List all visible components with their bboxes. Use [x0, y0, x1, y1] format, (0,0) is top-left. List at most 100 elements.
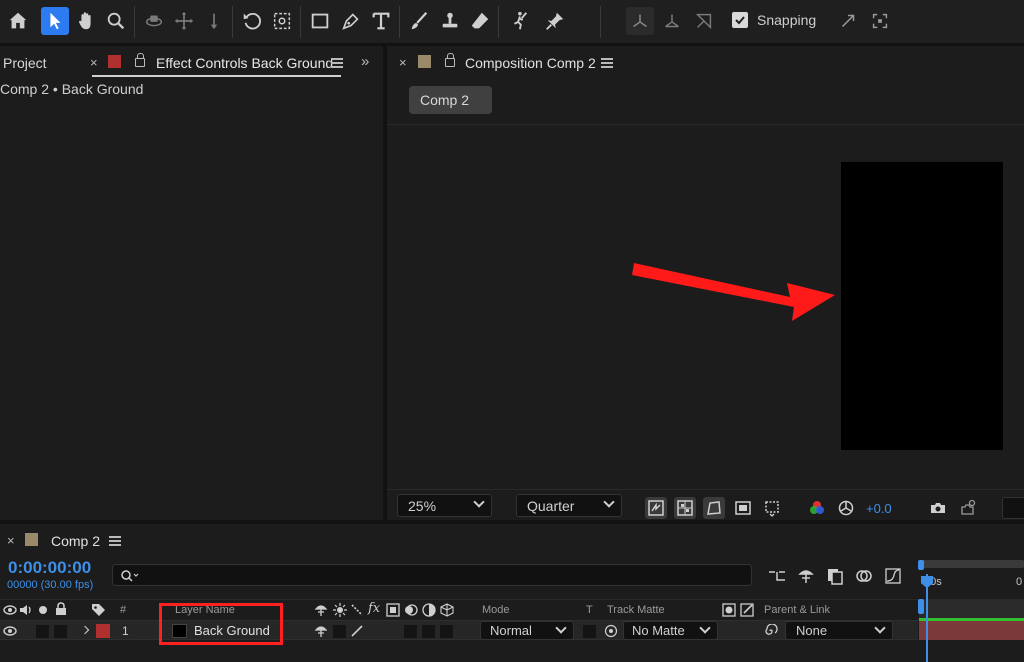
draft-3d-icon[interactable] [795, 566, 817, 586]
audio-speaker-icon[interactable] [19, 604, 33, 616]
snapping-toggle[interactable]: Snapping [732, 12, 816, 28]
solo-switch[interactable] [36, 625, 49, 638]
snap-features-icon[interactable] [866, 7, 894, 35]
reset-exposure-icon[interactable] [835, 497, 857, 519]
selection-tool-icon[interactable] [41, 7, 69, 35]
parent-dropdown[interactable]: None [785, 621, 893, 640]
adjustment-layer-icon[interactable] [422, 603, 436, 617]
comp-viewer[interactable] [387, 125, 1024, 489]
expand-panels-icon[interactable]: » [361, 53, 370, 70]
clone-stamp-icon[interactable] [436, 7, 464, 35]
orbit-camera-icon[interactable] [140, 7, 168, 35]
pan-behind-icon[interactable] [268, 7, 296, 35]
layer-row[interactable]: 1 Back Ground Normal No Matte None [0, 620, 918, 640]
panel-menu-icon[interactable] [601, 58, 613, 68]
matte-alpha-icon[interactable] [722, 603, 736, 617]
frame-blend-switch[interactable] [404, 625, 417, 638]
type-tool-icon[interactable] [367, 7, 395, 35]
color-channels-icon[interactable] [806, 497, 828, 519]
zoom-dropdown[interactable]: 25% [397, 494, 492, 517]
mode-dropdown[interactable]: Normal [480, 621, 574, 640]
motion-blur-icon[interactable] [853, 566, 875, 586]
graph-editor-icon[interactable] [882, 566, 904, 586]
close-icon[interactable]: × [7, 533, 15, 548]
work-area-start-marker[interactable] [918, 599, 924, 614]
pan-camera-icon[interactable] [170, 7, 198, 35]
effects-fx-icon[interactable]: fx [368, 601, 380, 616]
pen-tool-icon[interactable] [337, 7, 365, 35]
motion-blur-switch[interactable] [422, 625, 435, 638]
shy-switch-icon[interactable] [314, 624, 328, 638]
roto-brush-icon[interactable] [505, 7, 533, 35]
composition-mini-flowchart-icon[interactable] [766, 566, 788, 586]
panel-menu-icon[interactable] [331, 58, 343, 68]
tab-composition[interactable]: Composition Comp 2 [465, 55, 596, 71]
comp-chip[interactable]: Comp 2 [409, 86, 492, 114]
work-area-start-handle[interactable] [918, 560, 924, 570]
world-axis-icon[interactable] [658, 7, 686, 35]
close-icon[interactable]: × [399, 55, 407, 70]
zoom-tool-icon[interactable] [102, 7, 130, 35]
rectangle-tool-icon[interactable] [306, 7, 334, 35]
layer-search-input[interactable] [112, 564, 752, 586]
grid-guides-icon[interactable] [761, 497, 783, 519]
video-eye-icon[interactable] [3, 604, 17, 616]
shy-icon[interactable] [314, 603, 328, 617]
close-icon[interactable]: × [90, 55, 98, 70]
view-axis-icon[interactable] [690, 7, 718, 35]
resolution-dropdown[interactable]: Quarter [516, 494, 622, 517]
exposure-value[interactable]: +0.0 [866, 501, 892, 516]
region-of-interest-icon[interactable] [732, 497, 754, 519]
lock-icon[interactable] [445, 53, 455, 67]
tab-project[interactable]: Project [3, 55, 47, 71]
puppet-pin-icon[interactable] [541, 7, 569, 35]
column-track-matte[interactable]: Track Matte [607, 604, 665, 616]
matte-pickwhip-icon[interactable] [604, 624, 618, 638]
frame-blend-column-icon[interactable] [386, 603, 400, 617]
dolly-camera-icon[interactable] [200, 7, 228, 35]
work-area-bar[interactable] [920, 560, 1024, 568]
quality-switch-icon[interactable] [350, 624, 364, 638]
column-parent-link[interactable]: Parent & Link [764, 604, 830, 616]
solo-dot-icon[interactable] [39, 606, 47, 614]
tab-effect-controls[interactable]: Effect Controls Back Ground [156, 55, 333, 71]
tab-timeline-comp[interactable]: Comp 2 [51, 533, 100, 549]
collapse-switch[interactable] [333, 625, 346, 638]
panel-menu-icon[interactable] [109, 536, 121, 546]
local-axis-icon[interactable] [626, 7, 654, 35]
lock-icon[interactable] [135, 53, 145, 67]
current-timecode[interactable]: 0:00:00:00 [8, 558, 91, 578]
label-tag-icon[interactable] [91, 603, 106, 617]
layer-label-color[interactable] [96, 624, 110, 638]
mask-visibility-icon[interactable] [703, 497, 725, 519]
eraser-tool-icon[interactable] [466, 7, 494, 35]
layer-visibility-eye-icon[interactable] [3, 625, 17, 637]
frame-blending-icon[interactable] [824, 566, 846, 586]
layer-duration-bar[interactable] [919, 618, 1024, 640]
track-matte-dropdown[interactable]: No Matte [623, 621, 718, 640]
home-icon[interactable] [4, 7, 32, 35]
rotation-tool-icon[interactable] [238, 7, 266, 35]
hand-tool-icon[interactable] [72, 7, 100, 35]
brush-tool-icon[interactable] [405, 7, 433, 35]
show-snapshot-icon[interactable] [956, 497, 978, 519]
fast-preview-icon[interactable] [645, 497, 667, 519]
3d-layer-icon[interactable] [440, 603, 454, 617]
3d-layer-switch[interactable] [440, 625, 453, 638]
view-options-dropdown[interactable] [1002, 497, 1024, 519]
matte-invert-icon[interactable] [740, 603, 754, 617]
quality-icon[interactable] [350, 603, 364, 617]
preserve-transparency-switch[interactable] [583, 625, 596, 638]
motion-blur-column-icon[interactable] [404, 603, 418, 617]
transparency-grid-icon[interactable] [674, 497, 696, 519]
snap-edges-icon[interactable] [834, 7, 862, 35]
snapping-checkbox[interactable] [732, 12, 748, 28]
lock-switch[interactable] [54, 625, 67, 638]
column-mode[interactable]: Mode [482, 604, 510, 616]
parent-pickwhip-icon[interactable] [764, 624, 778, 638]
lock-column-icon[interactable] [55, 602, 67, 616]
collapse-transform-icon[interactable] [333, 603, 347, 617]
chevron-right-icon[interactable] [80, 625, 90, 635]
snapshot-icon[interactable] [927, 497, 949, 519]
comp-canvas[interactable] [841, 162, 1003, 450]
